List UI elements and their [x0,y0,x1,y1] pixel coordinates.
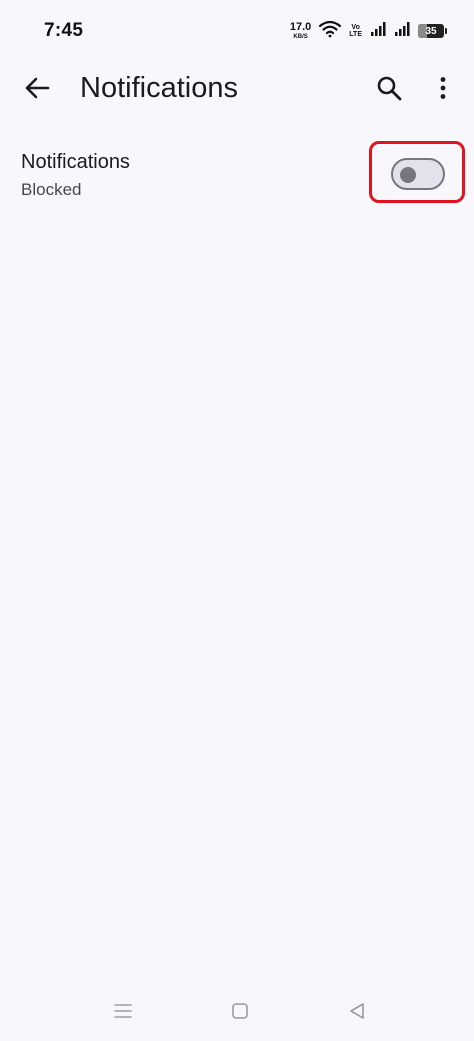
setting-subtitle: Blocked [21,180,82,199]
status-time: 7:45 [44,20,84,41]
recent-apps-button[interactable] [108,1000,138,1026]
arrow-left-icon [24,75,50,106]
network-speed: 17.0 KB/S [289,21,312,41]
back-triangle-icon [348,1002,366,1025]
setting-title: Notifications [21,151,130,173]
wifi-icon [319,20,342,43]
notifications-toggle[interactable] [391,158,445,190]
battery-icon: 35 [418,24,447,38]
toggle-thumb [400,167,416,183]
volte-top: Vo [351,24,360,31]
network-speed-value: 17.0 [289,21,312,33]
search-icon [376,75,402,106]
more-options-button[interactable] [420,67,466,113]
home-button[interactable] [225,1000,255,1026]
notifications-setting-row[interactable]: Notifications Blocked [0,138,474,216]
search-button[interactable] [366,67,412,113]
status-icons: 17.0 KB/S Vo LTE 35 [289,19,447,43]
volte-icon: Vo LTE [349,24,362,38]
network-speed-unit: KB/S [293,34,308,40]
navigation-bar [0,990,474,1036]
app-bar: Notifications [0,58,474,124]
back-nav-button[interactable] [342,1000,372,1026]
page-title: Notifications [80,72,238,104]
back-button[interactable] [14,67,60,113]
screen: 7:45 17.0 KB/S Vo LTE 35 Notifications N… [0,0,474,1041]
volte-bottom: LTE [349,31,362,38]
status-bar: 7:45 17.0 KB/S Vo LTE 35 [0,0,474,58]
home-icon [231,1002,249,1025]
battery-level: 35 [425,25,437,37]
menu-icon [114,1003,132,1024]
signal-icon [370,21,386,42]
signal-icon [394,21,410,42]
more-vertical-icon [439,76,447,105]
